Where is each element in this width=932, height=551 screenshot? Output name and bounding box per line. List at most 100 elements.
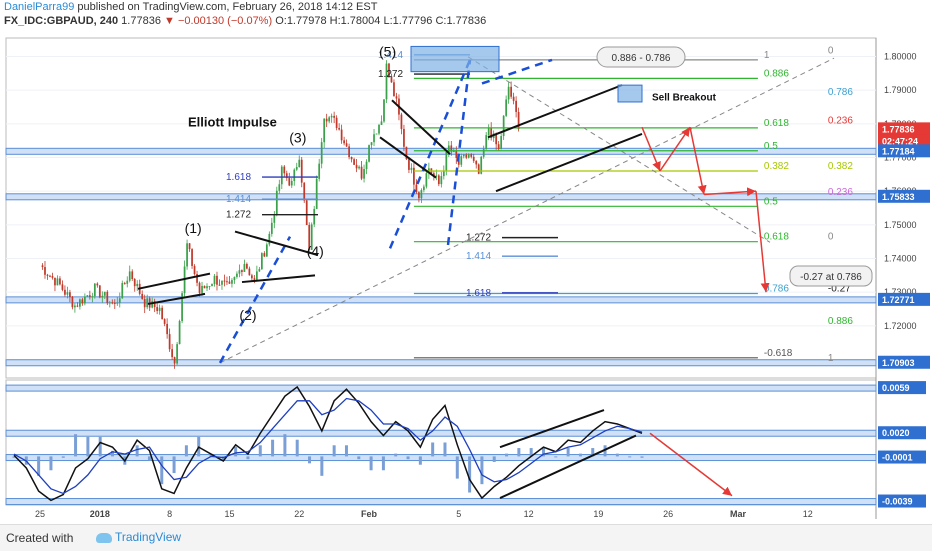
macd-histogram-bar [394,453,398,457]
x-tick-label: Mar [730,509,747,519]
chart-canvas[interactable]: 1.800001.790001.780001.770001.760001.750… [0,0,932,550]
candle-body [477,164,480,174]
candle-body [415,184,418,193]
candle-body [472,156,475,161]
macd-histogram-bar [640,456,644,458]
candle-body [126,280,129,284]
candle-body [330,115,333,118]
fib-ext-label: 1.414 [466,251,491,262]
macd-histogram-bar [147,456,151,461]
candle-body [393,82,395,97]
candle-body [383,99,385,122]
candle-body [141,293,144,299]
candle-body [151,301,154,308]
tradingview-brand[interactable]: TradingView [96,530,181,544]
candle-body [505,99,508,116]
candle-body [395,96,398,99]
candle-body [191,249,193,266]
candle-body [368,145,370,162]
price-panel [5,37,877,379]
candle-body [54,277,56,286]
candle-body [156,307,159,311]
candle-body [305,200,308,226]
candle-body [273,214,276,223]
macd-histogram-bar [369,456,373,471]
candle-body [268,233,271,245]
candle-body [328,117,331,122]
candle-body [460,156,463,165]
candle-body [380,121,383,125]
candle-body [455,151,458,158]
fib-level-label: 0.5 [764,141,778,152]
candle-body [101,295,104,298]
candle-body [375,133,378,135]
candle-body [123,283,126,285]
x-tick-label: 2018 [90,509,110,519]
fib-level-label: 0.886 [764,68,789,79]
sr-band [5,296,877,304]
candle-body [131,271,134,280]
candle-body [71,297,74,308]
candle-body [343,140,345,144]
candle-body [333,115,336,118]
macd-histogram-bar [172,456,176,474]
x-tick-label: 5 [456,509,461,519]
macd-tick-label: 0.0059 [882,383,910,393]
x-tick-label: 26 [663,509,673,519]
candle-body [91,296,94,298]
candle-body [335,117,338,129]
macd-histogram-bar [308,456,312,464]
candle-body [74,305,76,308]
macd-histogram-bar [443,442,447,457]
candle-body [275,190,278,215]
macd-histogram-bar [615,453,619,457]
candle-body [61,284,64,290]
candle-body [355,164,358,169]
candle-body [313,208,316,225]
candle-body [106,291,109,303]
fib-ext-label: 1.272 [378,69,403,80]
macd-histogram-bar [381,456,385,471]
macd-histogram-bar [578,453,582,457]
created-with-text: Created with [6,531,74,545]
candle-body [236,273,238,277]
fib-level-label: 0.886 [828,316,853,327]
elliott-title: Elliott Impulse [188,115,277,130]
price-axis-tag-text: 1.77836 [882,124,915,134]
candle-body [218,284,221,286]
tradingview-logo-icon [96,532,112,543]
candle-body [96,283,99,286]
candle-body [445,151,448,171]
candle-body [258,269,261,272]
macd-band [5,498,877,506]
candle-body [283,166,286,174]
candle-body [51,275,54,278]
price-tick-label: 1.72000 [884,321,917,331]
x-tick-label: 22 [294,509,304,519]
fib-level-label: 0.5 [764,196,778,207]
candle-body [348,146,350,158]
candle-body [425,173,428,187]
candle-body [41,265,44,268]
macd-histogram-bar [184,445,188,457]
candle-body [98,285,101,298]
fib-level-label: 0.382 [764,161,789,172]
candle-body [288,178,291,186]
target-box [410,45,500,73]
macd-histogram-bar [295,439,299,457]
macd-histogram-bar [418,456,422,465]
x-tick-label: 8 [167,509,172,519]
candle-body [136,283,139,287]
macd-histogram-bar [246,456,250,460]
candle-body [44,267,46,275]
candle-body [475,160,478,165]
candle-body [323,118,326,143]
macd-histogram-bar [283,434,287,457]
callout-top-text: 0.886 - 0.786 [612,53,671,64]
macd-histogram-bar [455,456,459,479]
candle-body [370,142,373,146]
macd-histogram-bar [406,456,410,460]
candle-body [507,86,510,100]
candle-body [226,281,228,283]
candle-body [64,289,66,295]
